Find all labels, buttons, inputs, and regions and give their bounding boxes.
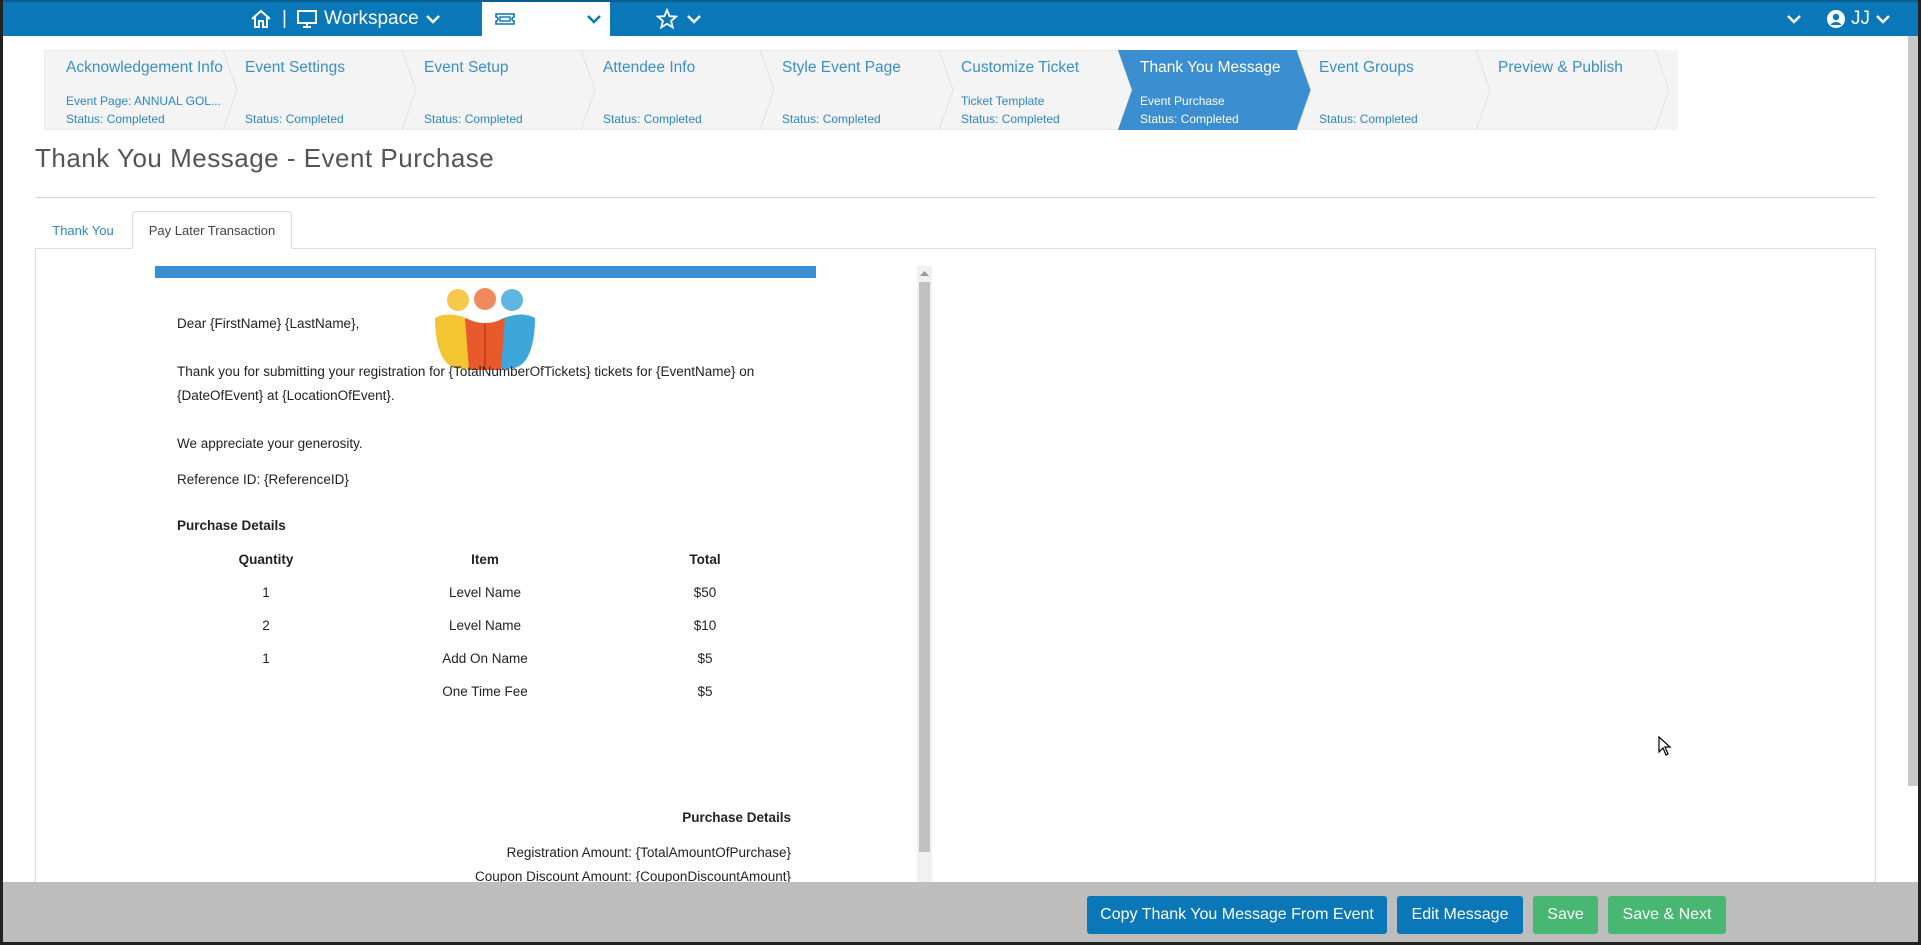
tab-pay-later-transaction[interactable]: Pay Later Transaction bbox=[132, 211, 292, 249]
window-frame bbox=[0, 0, 1921, 945]
